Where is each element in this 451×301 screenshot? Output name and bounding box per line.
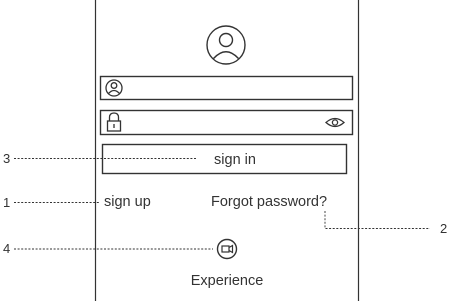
sign-up-link[interactable]: sign up — [104, 194, 151, 210]
experience-button[interactable] — [216, 238, 238, 260]
video-camera-icon — [221, 244, 234, 254]
sign-in-label: sign in — [214, 152, 256, 168]
forgot-password-link[interactable]: Forgot password? — [211, 194, 327, 210]
sign-in-button[interactable]: sign in — [101, 143, 348, 175]
callout-2: 2 — [324, 211, 447, 236]
callout-number-2: 2 — [440, 221, 447, 236]
password-field[interactable] — [99, 109, 354, 136]
username-field[interactable] — [99, 75, 354, 101]
callout-4: 4 — [3, 241, 213, 256]
callout-number-4: 4 — [3, 241, 10, 256]
experience-label: Experience — [191, 273, 264, 289]
callout-number-1: 1 — [3, 195, 10, 210]
user-circle-icon — [206, 25, 246, 65]
annotated-login-diagram: sign in 3 sign up 1 Forgot password? 2 4… — [3, 0, 447, 301]
callout-1: 1 — [3, 195, 100, 210]
callout-number-3: 3 — [3, 151, 10, 166]
